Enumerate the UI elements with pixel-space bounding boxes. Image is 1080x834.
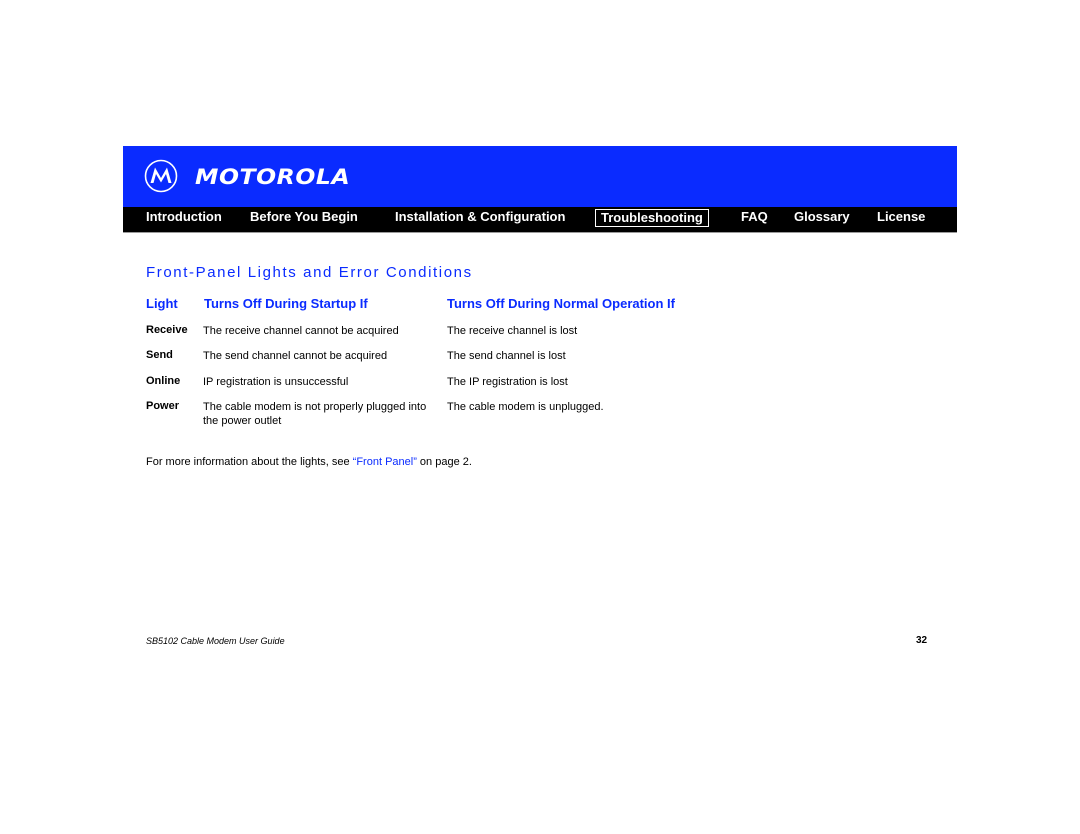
header-banner: MOTOROLA — [123, 146, 957, 207]
light-name: Online — [146, 375, 181, 387]
top-navigation: Introduction Before You Begin Installati… — [123, 207, 957, 233]
nav-before-you-begin[interactable]: Before You Begin — [250, 209, 358, 225]
brand-wordmark: MOTOROLA — [195, 165, 351, 189]
more-info-note: For more information about the lights, s… — [146, 456, 472, 468]
nav-introduction[interactable]: Introduction — [146, 209, 222, 225]
column-header-startup: Turns Off During Startup If — [204, 296, 368, 311]
startup-condition: The send channel cannot be acquired — [203, 350, 388, 362]
nav-faq[interactable]: FAQ — [741, 209, 768, 225]
motorola-batwing-logo-icon — [144, 159, 178, 193]
light-name: Power — [146, 400, 180, 412]
column-header-light: Light — [146, 296, 178, 311]
nav-troubleshooting[interactable]: Troubleshooting — [595, 209, 709, 227]
light-name: Receive — [146, 324, 188, 336]
nav-installation-configuration[interactable]: Installation & Configuration — [395, 209, 565, 225]
light-name: Send — [146, 349, 173, 361]
footer-doc-title: SB5102 Cable Modem User Guide — [146, 636, 285, 646]
nav-glossary[interactable]: Glossary — [794, 209, 850, 225]
normal-condition: The cable modem is unplugged. — [447, 401, 604, 413]
startup-condition-continued: the power outlet — [203, 415, 282, 427]
nav-license[interactable]: License — [877, 209, 925, 225]
startup-condition: The receive channel cannot be acquired — [203, 325, 399, 337]
page-title: Front-Panel Lights and Error Conditions — [146, 264, 473, 281]
startup-condition: The cable modem is not properly plugged … — [203, 401, 427, 413]
front-panel-link[interactable]: “Front Panel” — [353, 456, 417, 468]
note-prefix: For more information about the lights, s… — [146, 456, 353, 468]
normal-condition: The send channel is lost — [447, 350, 566, 362]
page-number: 32 — [916, 635, 928, 646]
normal-condition: The receive channel is lost — [447, 325, 578, 337]
column-header-normal: Turns Off During Normal Operation If — [447, 296, 675, 311]
note-suffix: on page 2. — [416, 456, 472, 468]
startup-condition: IP registration is unsuccessful — [203, 376, 349, 388]
normal-condition: The IP registration is lost — [447, 376, 568, 388]
